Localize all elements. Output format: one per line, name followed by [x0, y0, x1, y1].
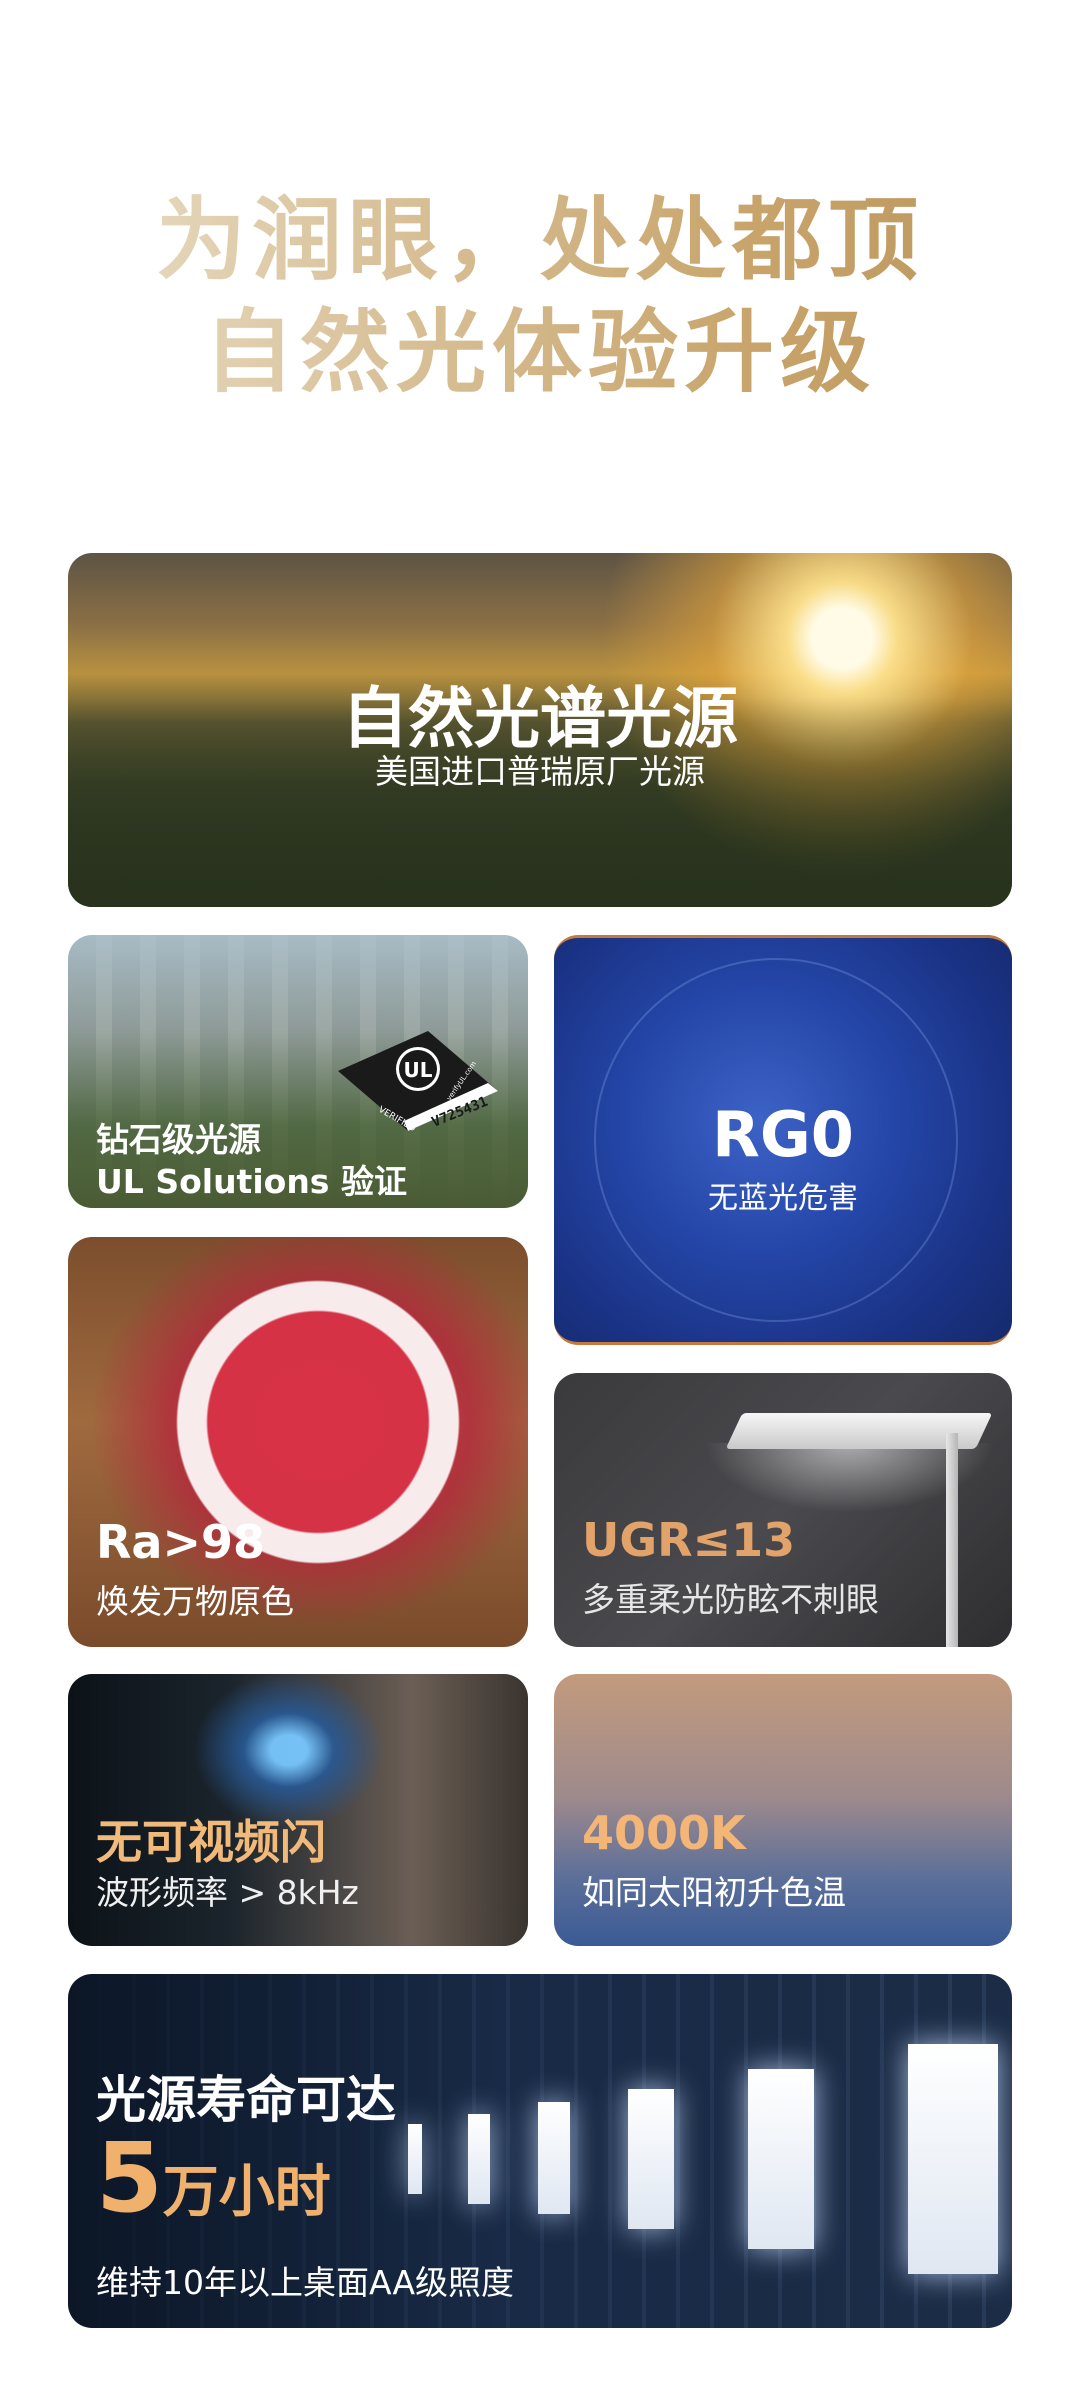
lifetime-unit: 万小时 — [162, 2160, 331, 2225]
svg-text:UL: UL — [404, 1058, 433, 1082]
flicker-subtitle: 波形频率 > 8kHz — [96, 1873, 359, 1912]
lifetime-subtitle: 维持10年以上桌面AA级照度 — [96, 2263, 515, 2302]
flicker-card: 无可视频闪 波形频率 > 8kHz — [68, 1674, 528, 1946]
light-panel — [538, 2102, 570, 2214]
cct-subtitle: 如同太阳初升色温 — [582, 1873, 846, 1912]
headline-line-2: 自然光体验升级 — [0, 297, 1080, 409]
lifetime-card: 光源寿命可达 5万小时 维持10年以上桌面AA级照度 — [68, 1974, 1012, 2328]
ugr-title: UGR≤13 — [582, 1513, 796, 1567]
headline-line-1: 为润眼，处处都顶 — [0, 185, 1080, 297]
light-panel — [908, 2044, 998, 2274]
ra-card: Ra>98 焕发万物原色 — [68, 1237, 528, 1647]
headline: 为润眼，处处都顶 自然光体验升级 — [0, 185, 1080, 409]
light-panel — [468, 2114, 490, 2204]
light-panel — [628, 2089, 674, 2229]
spectrum-card: 自然光谱光源 美国进口普瑞原厂光源 — [68, 553, 1012, 907]
ul-title: 钻石级光源 — [96, 1120, 261, 1159]
rg0-subtitle: 无蓝光危害 — [708, 1181, 858, 1216]
spectrum-subtitle: 美国进口普瑞原厂光源 — [375, 752, 705, 791]
ra-subtitle: 焕发万物原色 — [96, 1582, 294, 1621]
lifetime-number: 5 — [96, 2122, 163, 2234]
rg0-title: RG0 — [712, 1098, 854, 1171]
ugr-card: UGR≤13 多重柔光防眩不刺眼 — [554, 1373, 1012, 1647]
light-panel — [408, 2124, 422, 2194]
cct-title: 4000K — [582, 1806, 746, 1860]
lamp-pole — [946, 1433, 958, 1647]
light-panel — [748, 2069, 814, 2249]
ul-subtitle: UL Solutions 验证 — [96, 1162, 407, 1201]
ra-title: Ra>98 — [96, 1515, 266, 1569]
rg0-card: RG0 无蓝光危害 — [554, 935, 1012, 1345]
ul-verified-badge-icon: UL VERIFIED verifyUL.com V725431 — [338, 1031, 498, 1131]
ul-card: UL VERIFIED verifyUL.com V725431 钻石级光源 U… — [68, 935, 528, 1208]
flicker-title: 无可视频闪 — [96, 1815, 326, 1869]
cct-card: 4000K 如同太阳初升色温 — [554, 1674, 1012, 1946]
ugr-subtitle: 多重柔光防眩不刺眼 — [582, 1580, 879, 1619]
lifetime-value: 5万小时 — [96, 2122, 331, 2234]
